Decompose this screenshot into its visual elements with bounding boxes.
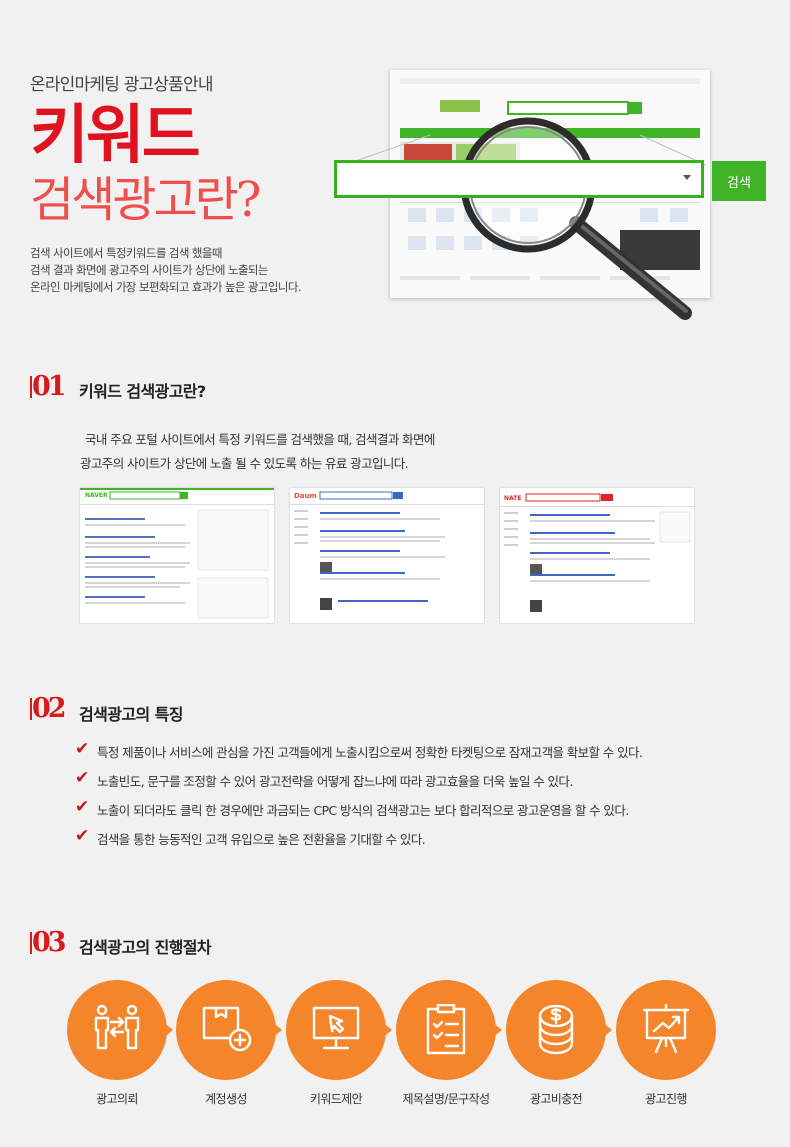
chevron-down-icon[interactable] [683,175,691,180]
feature-list: ✔ 특정 제품이나 서비스에 관심을 가진 고객들에게 노출시킴으로써 정확한 타… [75,739,775,858]
hero-description: 검색 사이트에서 특정키워드를 검색 했을때 검색 결과 화면에 광고주의 사이… [30,245,330,296]
step-label: 광고진행 [645,1092,687,1106]
next-arrow-icon [601,1021,612,1039]
section-number: 03 [30,927,67,958]
nate-result-thumbnail: NATE [500,488,694,623]
list-item: ✔ 노출빈도, 문구를 조정할 수 있어 광고전략을 어떻게 잡느냐에 따라 광고… [75,768,775,800]
search-button[interactable]: 검색 [712,161,766,201]
monitor-cursor-icon [312,1006,360,1050]
section-title: 검색광고의 특징 [79,705,183,724]
step-label: 광고비충전 [529,1092,583,1106]
process-step-copywriting [396,980,502,1080]
section-title: 키워드 검색광고란? [79,382,206,401]
naver-result-thumbnail: NAVER [80,488,274,623]
hero-title-keyword: 키워드 [30,98,201,173]
hero-description-line: 검색 사이트에서 특정키워드를 검색 했을때 [30,246,222,260]
process-step-run [616,980,716,1080]
list-item: ✔ 특정 제품이나 서비스에 관심을 가진 고객들에게 노출시킴으로써 정확한 타… [75,739,775,771]
step-label: 광고의뢰 [96,1092,138,1106]
process-step-charge [506,980,612,1080]
feature-text: 노출이 되더라도 클릭 한 경우에만 과금되는 CPC 방식의 검색광고는 보다… [97,803,629,818]
checklist-icon [426,1004,466,1055]
hero-title-search-ad: 검색광고란? [30,172,262,228]
step-label: 제목설명/문구작성 [402,1092,491,1106]
section-number: 02 [30,693,67,724]
search-input[interactable] [334,160,704,198]
section-title: 검색광고의 진행절차 [79,938,212,957]
feature-text: 노출빈도, 문구를 조정할 수 있어 광고전략을 어떻게 잡느냐에 따라 광고효… [97,774,573,789]
section-body-line: 광고주의 사이트가 상단에 노출 될 수 있도록 하는 유료 광고입니다. [80,456,409,471]
list-item: ✔ 검색을 통한 능동적인 고객 유입으로 높은 전환율을 기대할 수 있다. [75,826,775,858]
daum-result-thumbnail: Daum [290,488,484,623]
magnifier-icon [343,117,707,320]
next-arrow-icon [491,1021,502,1039]
next-arrow-icon [271,1021,282,1039]
feature-text: 검색을 통한 능동적인 고객 유입으로 높은 전환율을 기대할 수 있다. [97,832,426,847]
portal-logo: Daum [294,492,317,500]
next-arrow-icon [381,1021,392,1039]
section-number: 01 [30,371,67,402]
process-step-keyword [286,980,392,1080]
next-arrow-icon [162,1021,173,1039]
box-add-icon [202,1006,252,1052]
hero-description-line: 온라인 마케팅에서 가장 보편화되고 효과가 높은 광고입니다. [30,280,301,294]
process-step-account [176,980,282,1080]
check-icon: ✔ [75,739,89,759]
check-icon: ✔ [75,826,89,846]
section-body: 국내 주요 포털 사이트에서 특정 키워드를 검색했을 때, 검색결과 화면에 … [80,428,700,476]
section-body-line: 국내 주요 포털 사이트에서 특정 키워드를 검색했을 때, 검색결과 화면에 [85,432,435,447]
list-item: ✔ 노출이 되더라도 클릭 한 경우에만 과금되는 CPC 방식의 검색광고는 보… [75,797,775,829]
hero-subtitle: 온라인마케팅 광고상품안내 [30,75,213,95]
check-icon: ✔ [75,797,89,817]
portal-logo: NAVER [85,492,108,499]
coins-stack-icon [538,1004,574,1055]
step-label: 키워드제안 [309,1092,363,1106]
hero-description-line: 검색 결과 화면에 광고주의 사이트가 상단에 노출되는 [30,263,269,277]
check-icon: ✔ [75,768,89,788]
step-label: 계정생성 [205,1092,247,1106]
feature-text: 특정 제품이나 서비스에 관심을 가진 고객들에게 노출시킴으로써 정확한 타켓… [97,745,643,760]
process-step-request [67,980,173,1080]
presentation-chart-icon [642,1004,690,1054]
portal-logo: NATE [504,495,521,502]
people-exchange-icon [94,1004,140,1050]
